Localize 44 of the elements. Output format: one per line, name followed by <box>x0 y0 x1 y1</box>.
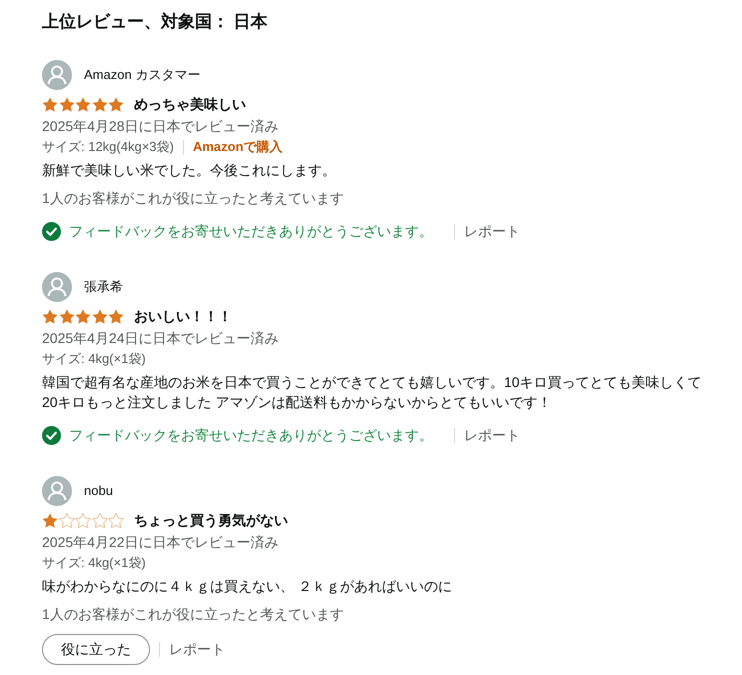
product-size: サイズ: 4kg(×1袋) <box>42 554 146 572</box>
report-link[interactable]: レポート <box>464 424 520 446</box>
star-icon <box>42 512 58 528</box>
product-size: サイズ: 12kg(4kg×3袋) <box>42 138 174 156</box>
star-icon <box>92 96 108 112</box>
star-icon <box>75 308 91 324</box>
avatar-icon <box>42 60 72 90</box>
report-link[interactable]: レポート <box>464 220 520 242</box>
avatar-icon <box>42 476 72 506</box>
star-icon <box>108 308 124 324</box>
check-icon <box>42 222 61 240</box>
avatar-icon <box>42 272 72 302</box>
star-icon <box>75 96 91 112</box>
check-icon <box>42 426 61 444</box>
report-link[interactable]: レポート <box>169 639 225 660</box>
reviewer-name: Amazon カスタマー <box>84 66 200 84</box>
review-title[interactable]: ちょっと買う勇気がない <box>134 510 288 530</box>
star-icon <box>58 96 74 112</box>
review-date: 2025年4月24日に日本でレビュー済み <box>42 329 280 348</box>
review-text: 新鮮で美味しい米でした。今後これにします。 <box>42 161 337 180</box>
star-icon <box>42 308 58 324</box>
review-date: 2025年4月22日に日本でレビュー済み <box>42 533 280 552</box>
helpful-count: 1人のお客様がこれが役に立ったと考えています <box>42 605 345 624</box>
empty-star-icon <box>92 512 108 528</box>
star-icon <box>58 308 74 324</box>
empty-star-icon <box>108 512 124 528</box>
star-icon <box>92 308 108 324</box>
feedback-thanks-message: フィードバックをお寄せいただきありがとうございます。 <box>69 222 433 240</box>
section-heading: 上位レビュー、対象国： 日本 <box>42 11 269 33</box>
product-size: サイズ: 4kg(×1袋) <box>42 350 146 368</box>
helpful-button[interactable]: 役に立った <box>42 634 150 665</box>
review-text: 味がわからなにのに４ｋｇは買えない、 ２ｋｇがあればいいのに <box>42 577 453 596</box>
verified-purchase-label: Amazonで購入 <box>192 138 282 156</box>
review-title[interactable]: めっちゃ美味しい <box>134 94 246 114</box>
review-date: 2025年4月28日に日本でレビュー済み <box>42 117 280 136</box>
empty-star-icon <box>75 512 91 528</box>
review-title[interactable]: おいしい！！！ <box>134 306 232 326</box>
review-text: 韓国で超有名な産地のお米を日本で買うことができてとても嬉しいです。10キロ買ってとても美味しくて20キロもっと注文しました アマゾンは配送料もかからないからとてもいいです！ <box>42 373 703 412</box>
feedback-thanks-message: フィードバックをお寄せいただきありがとうございます。 <box>69 426 433 444</box>
reviewer-name: 張承希 <box>84 278 123 296</box>
reviewer-name: nobu <box>84 482 113 500</box>
helpful-count: 1人のお客様がこれが役に立ったと考えています <box>42 189 345 208</box>
star-icon <box>108 96 124 112</box>
star-icon <box>42 96 58 112</box>
